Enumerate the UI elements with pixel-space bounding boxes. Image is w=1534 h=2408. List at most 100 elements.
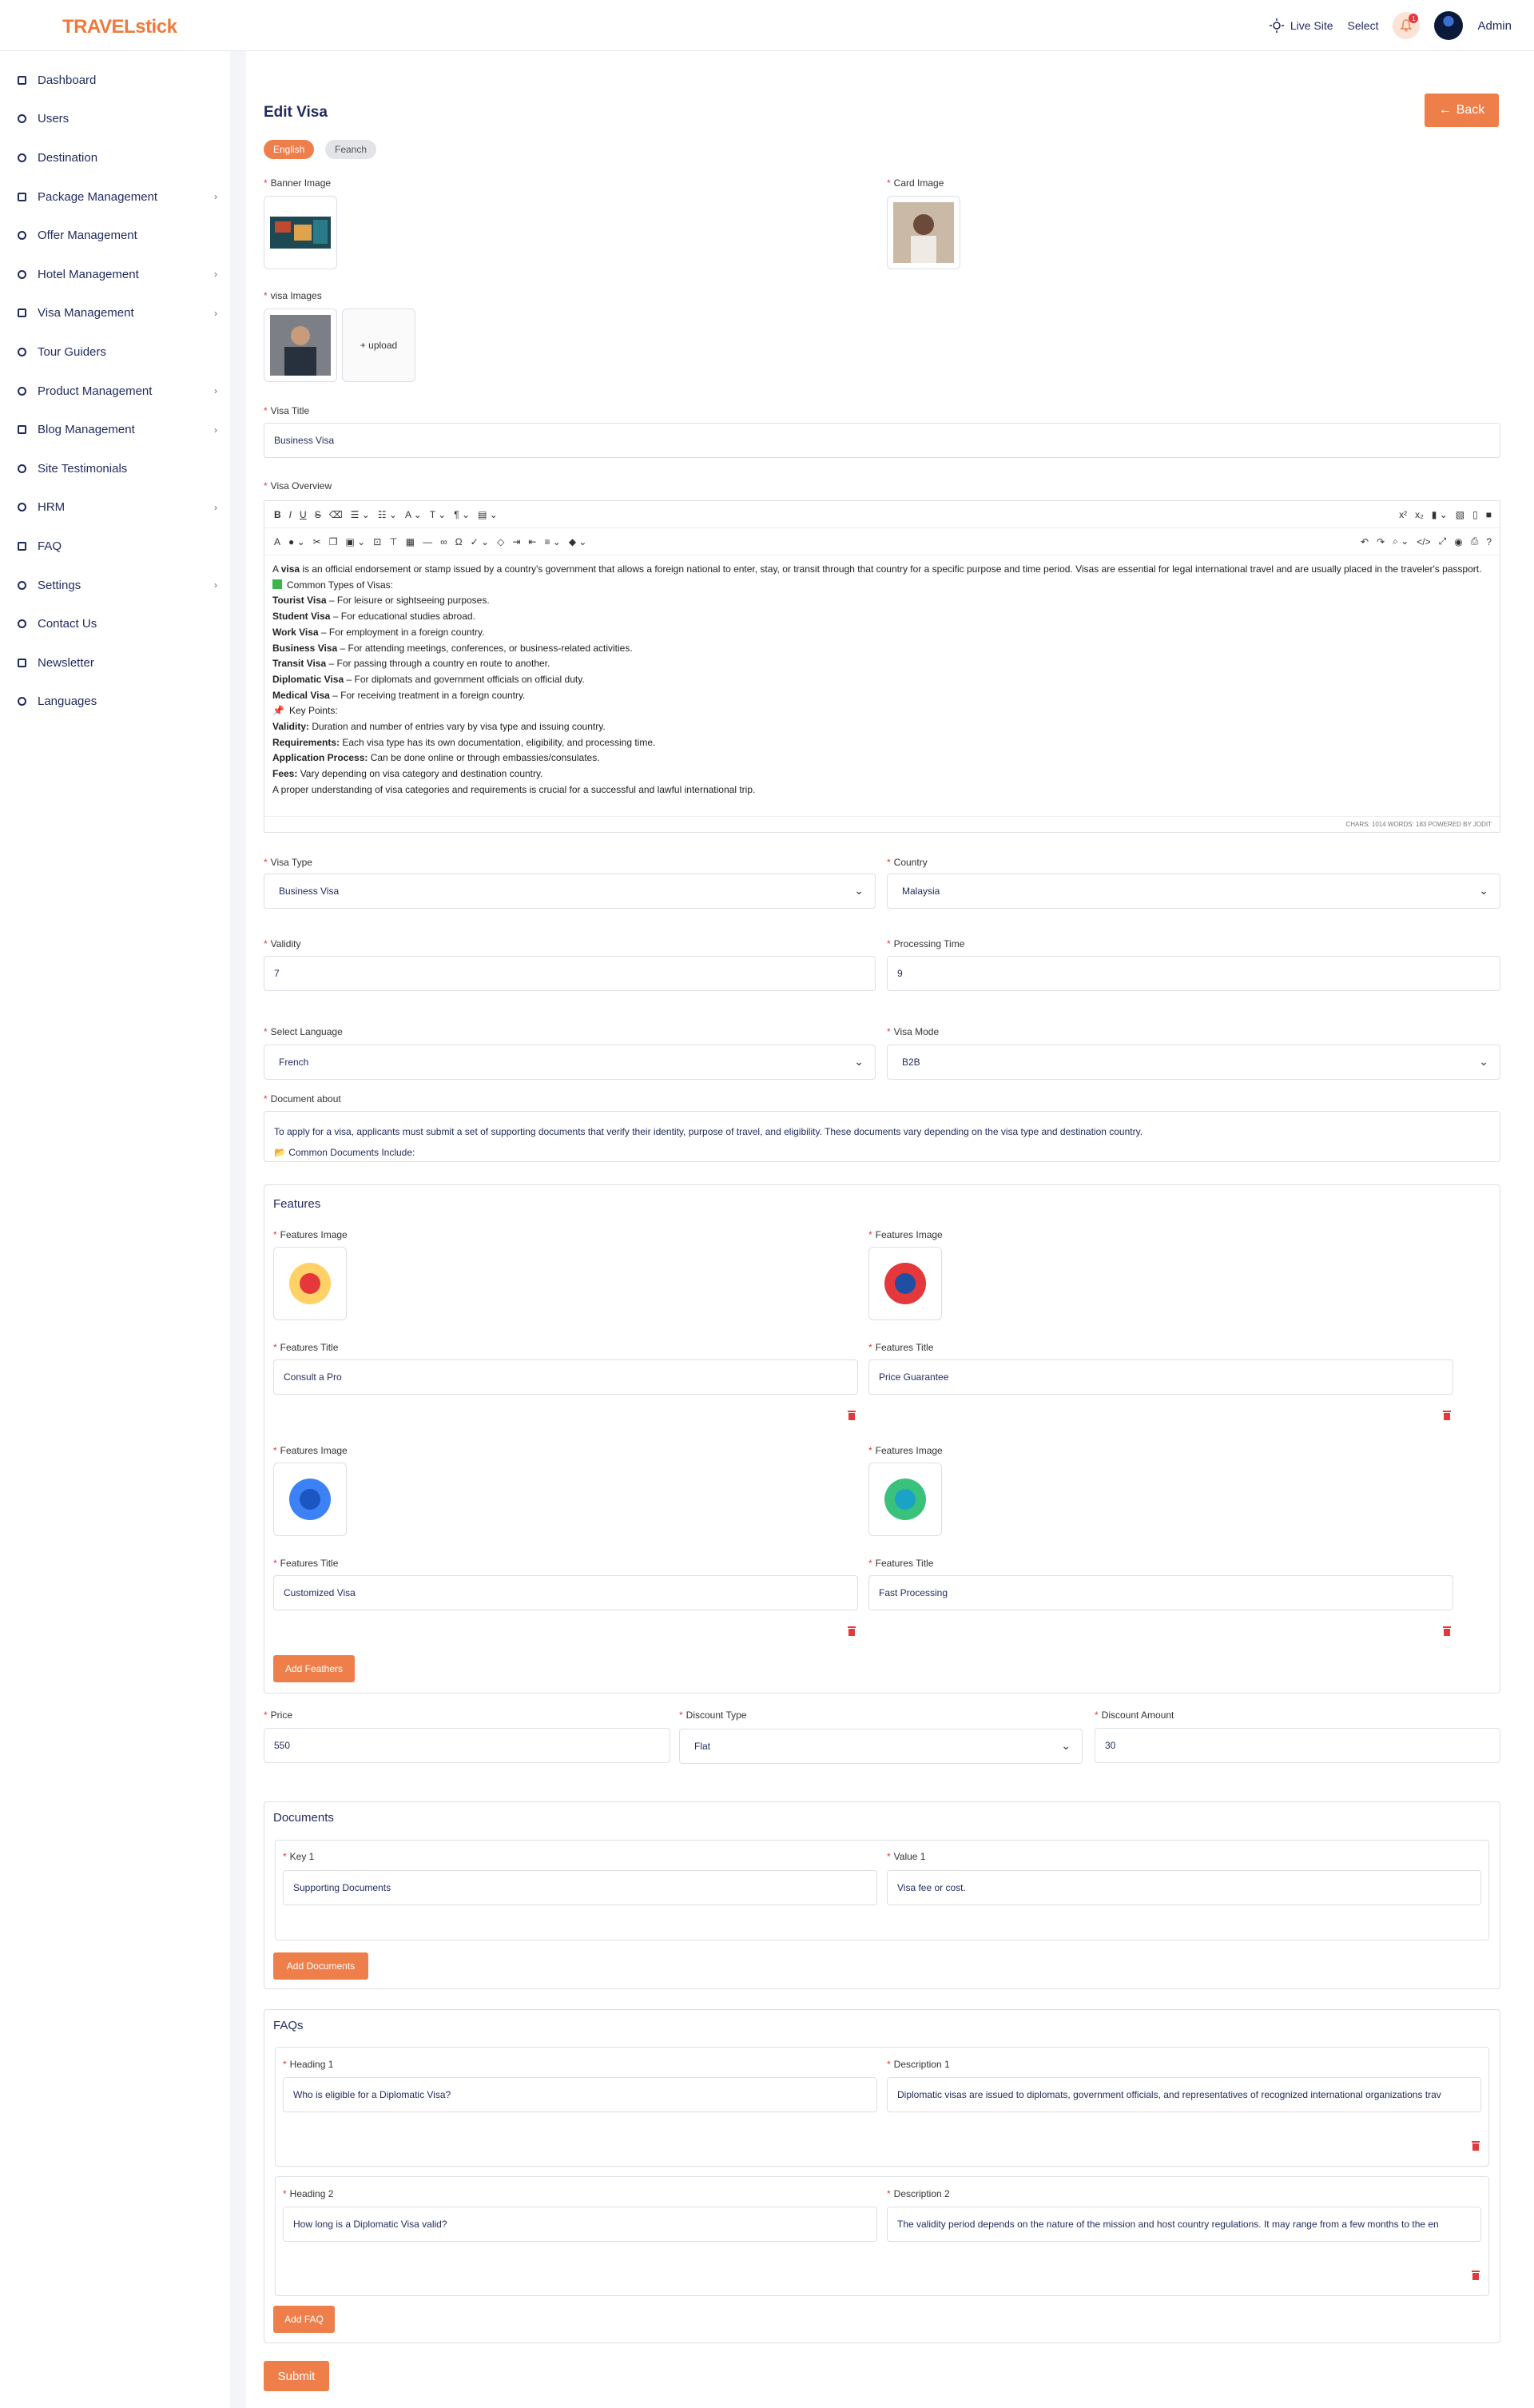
- sidebar-item-settings[interactable]: Settings ›: [0, 566, 230, 605]
- paragraph-icon[interactable]: ¶ ⌄: [454, 509, 470, 520]
- sidebar-item-site-testimonials[interactable]: Site Testimonials: [0, 449, 230, 488]
- validity-input[interactable]: 7: [264, 956, 876, 991]
- add-faq-button[interactable]: Add FAQ: [273, 2306, 335, 2333]
- delete-feature-button[interactable]: [1442, 1625, 1452, 1636]
- live-site-link[interactable]: Live Site: [1269, 18, 1333, 33]
- document-key-input[interactable]: Supporting Documents: [283, 1870, 877, 1905]
- sidebar-item-languages[interactable]: Languages: [0, 683, 230, 722]
- subscript-icon[interactable]: x₂: [1415, 509, 1424, 520]
- hr-icon[interactable]: —: [423, 536, 432, 547]
- link-icon[interactable]: ∞: [440, 536, 447, 547]
- banner-image-upload[interactable]: [264, 196, 337, 269]
- source-icon[interactable]: </>: [1417, 536, 1430, 547]
- features-title-input[interactable]: Fast Processing: [868, 1575, 1453, 1610]
- omega-icon[interactable]: Ω: [455, 536, 463, 547]
- erase-icon[interactable]: ◇: [497, 536, 504, 547]
- features-title-input[interactable]: Consult a Pro: [273, 1359, 858, 1395]
- processing-time-input[interactable]: 9: [887, 956, 1500, 991]
- redo-icon[interactable]: ↷: [1377, 536, 1385, 547]
- editor-content[interactable]: A visa is an official endorsement or sta…: [264, 555, 1500, 805]
- paste-icon[interactable]: ▣ ⌄: [345, 536, 365, 547]
- select-all-icon[interactable]: ⊡: [373, 536, 381, 547]
- visa-overview-editor[interactable]: B I U S ⌫ ☰ ⌄ ☷ ⌄ A ⌄ T ⌄ ¶ ⌄ ▤ ⌄ x² x₂ ▮ ⌄ ▧ ▯ ■ A ● ⌄…: [264, 500, 1500, 833]
- eraser-icon[interactable]: ⌫: [329, 509, 343, 520]
- preview-icon[interactable]: ◉: [1454, 536, 1462, 547]
- file-icon[interactable]: ▮ ⌄: [1432, 509, 1448, 520]
- features-title-input[interactable]: Price Guarantee: [868, 1359, 1453, 1395]
- delete-feature-button[interactable]: [1442, 1409, 1452, 1420]
- features-image-upload[interactable]: [273, 1247, 347, 1320]
- sidebar-item-tour-guiders[interactable]: Tour Guiders: [0, 332, 230, 372]
- upload-button[interactable]: + upload: [342, 308, 415, 382]
- copy-icon[interactable]: ❐: [329, 536, 338, 547]
- document-icon[interactable]: ▯: [1472, 509, 1478, 520]
- sidebar-item-package-management[interactable]: Package Management ›: [0, 177, 230, 217]
- sidebar-item-dashboard[interactable]: Dashboard: [0, 61, 230, 100]
- visa-image-thumb[interactable]: [264, 308, 337, 382]
- visa-mode-select[interactable]: B2B ⌄: [887, 1045, 1500, 1080]
- sidebar-item-product-management[interactable]: Product Management ›: [0, 372, 230, 411]
- video-icon[interactable]: ■: [1486, 509, 1492, 520]
- faq-heading-input[interactable]: Who is eligible for a Diplomatic Visa?: [283, 2077, 877, 2112]
- sidebar-item-faq[interactable]: FAQ: [0, 527, 230, 566]
- document-about-textarea[interactable]: To apply for a visa, applicants must sub…: [264, 1111, 1500, 1162]
- mic-icon[interactable]: ● ⌄: [288, 536, 305, 547]
- superscript-icon[interactable]: x²: [1399, 509, 1407, 520]
- visa-title-input[interactable]: Business Visa: [264, 423, 1500, 458]
- discount-amount-input[interactable]: 30: [1095, 1728, 1500, 1763]
- delete-faq-button[interactable]: [1471, 2139, 1480, 2151]
- align-list-icon[interactable]: ▤ ⌄: [478, 509, 498, 520]
- format-icon[interactable]: A: [274, 536, 280, 547]
- delete-faq-button[interactable]: [1471, 2269, 1480, 2280]
- card-image-upload[interactable]: [887, 196, 960, 269]
- sidebar-item-hotel-management[interactable]: Hotel Management ›: [0, 255, 230, 294]
- discount-type-select[interactable]: Flat ⌄: [679, 1729, 1083, 1764]
- sidebar-item-visa-management[interactable]: Visa Management ›: [0, 294, 230, 333]
- faq-heading-input[interactable]: How long is a Diplomatic Visa valid?: [283, 2207, 877, 2242]
- cut-icon[interactable]: ✂: [313, 536, 321, 547]
- country-select[interactable]: Malaysia ⌄: [887, 874, 1500, 909]
- numbered-list-icon[interactable]: ☷ ⌄: [378, 509, 397, 520]
- tab-english[interactable]: English: [264, 140, 315, 159]
- visa-type-select[interactable]: Business Visa ⌄: [264, 874, 876, 909]
- select-dropdown[interactable]: Select: [1348, 19, 1379, 32]
- sidebar-item-users[interactable]: Users: [0, 100, 230, 139]
- features-image-upload[interactable]: [868, 1247, 942, 1320]
- logo[interactable]: TRAVELstick: [62, 16, 177, 38]
- sidebar-item-newsletter[interactable]: Newsletter: [0, 643, 230, 683]
- sidebar-item-destination[interactable]: Destination: [0, 138, 230, 177]
- price-input[interactable]: 550: [264, 1728, 670, 1763]
- user-name[interactable]: Admin: [1477, 19, 1512, 33]
- back-button[interactable]: ← Back: [1425, 94, 1499, 127]
- spellcheck-icon[interactable]: ✓ ⌄: [471, 536, 489, 547]
- sidebar-item-blog-management[interactable]: Blog Management ›: [0, 410, 230, 449]
- underline-icon[interactable]: U: [300, 509, 307, 520]
- copy-format-icon[interactable]: ⊤: [389, 536, 397, 547]
- outdent-icon[interactable]: ⇤: [528, 536, 536, 547]
- tab-french[interactable]: Feanch: [325, 140, 377, 159]
- features-image-upload[interactable]: [868, 1463, 942, 1536]
- undo-icon[interactable]: ↶: [1361, 536, 1369, 547]
- faq-description-input[interactable]: The validity period depends on the natur…: [887, 2207, 1481, 2242]
- features-image-upload[interactable]: [273, 1463, 347, 1536]
- delete-feature-button[interactable]: [847, 1625, 856, 1636]
- add-feathers-button[interactable]: Add Feathers: [273, 1655, 355, 1682]
- image-icon[interactable]: ▧: [1456, 509, 1464, 520]
- table-icon[interactable]: ▦: [406, 536, 415, 547]
- color-icon[interactable]: ◆ ⌄: [569, 536, 587, 547]
- sidebar-item-hrm[interactable]: HRM ›: [0, 488, 230, 527]
- delete-feature-button[interactable]: [847, 1409, 856, 1420]
- avatar[interactable]: [1434, 11, 1464, 40]
- notification-bell[interactable]: 1: [1393, 12, 1421, 39]
- bold-icon[interactable]: B: [274, 509, 281, 520]
- help-icon[interactable]: ?: [1486, 536, 1492, 547]
- sidebar-item-contact-us[interactable]: Contact Us: [0, 604, 230, 643]
- faq-description-input[interactable]: Diplomatic visas are issued to diplomats…: [887, 2077, 1481, 2112]
- print-icon[interactable]: ⎙: [1471, 535, 1479, 547]
- submit-button[interactable]: Submit: [264, 2361, 329, 2391]
- bullet-list-icon[interactable]: ☰ ⌄: [351, 509, 370, 520]
- italic-icon[interactable]: I: [289, 509, 292, 520]
- font-icon[interactable]: A ⌄: [405, 509, 422, 520]
- indent-icon[interactable]: ⇥: [512, 536, 520, 547]
- align-icon[interactable]: ≡ ⌄: [544, 536, 560, 547]
